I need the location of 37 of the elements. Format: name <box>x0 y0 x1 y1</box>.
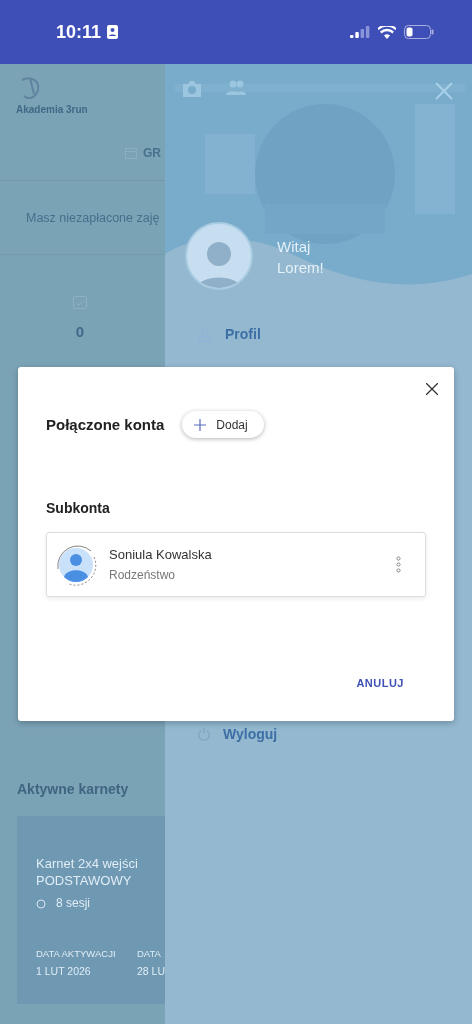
more-icon <box>396 556 401 573</box>
id-card-icon <box>107 25 119 39</box>
menu-label[interactable]: Wyloguj <box>223 726 278 742</box>
section-title: Aktywne karnety <box>17 781 129 797</box>
menu-label[interactable]: Profil <box>225 326 261 342</box>
account-card[interactable]: Soniula Kowalska Rodzeństwo <box>46 532 426 597</box>
menu-item[interactable]: Profil <box>165 326 472 342</box>
greeting-text: Witaj <box>277 238 312 255</box>
stat-value: 0 <box>75 323 85 340</box>
close-button[interactable] <box>424 381 440 397</box>
cancel-button[interactable]: ANULUJ <box>352 673 408 693</box>
camera-icon[interactable] <box>181 80 203 98</box>
menu-item[interactable]: Wyloguj <box>165 726 472 742</box>
dialog-title: Połączone konta <box>46 416 165 433</box>
field-value: 28 LU <box>136 965 165 977</box>
field-value: 1 LUT 2026 <box>36 965 92 977</box>
add-button[interactable]: Dodaj <box>182 411 264 438</box>
more-button[interactable] <box>394 554 403 575</box>
battery-icon <box>404 25 434 39</box>
pass-subtitle: PODSTAWOWY <box>36 873 133 888</box>
plus-icon <box>194 418 207 431</box>
wifi-icon <box>378 25 396 39</box>
close-icon[interactable] <box>435 82 453 100</box>
status-time: 10:11 <box>56 21 102 43</box>
avatar-icon <box>55 542 97 587</box>
field-label: DATA <box>136 948 162 959</box>
people-icon[interactable] <box>225 80 247 96</box>
signal-icon <box>350 26 370 38</box>
field-label: DATA AKTYWACJI <box>36 948 117 959</box>
account-name: Soniula Kowalska <box>109 547 212 562</box>
close-icon <box>426 383 438 395</box>
greeting-text: Lorem! <box>277 259 324 276</box>
pass-title: Karnet 2x4 wejści <box>36 856 139 871</box>
logo-text: Akademia 3run <box>16 104 88 115</box>
account-relation: Rodzeństwo <box>109 568 177 582</box>
section-title: Subkonta <box>46 500 111 516</box>
sessions-text: 8 sesji <box>56 896 90 910</box>
